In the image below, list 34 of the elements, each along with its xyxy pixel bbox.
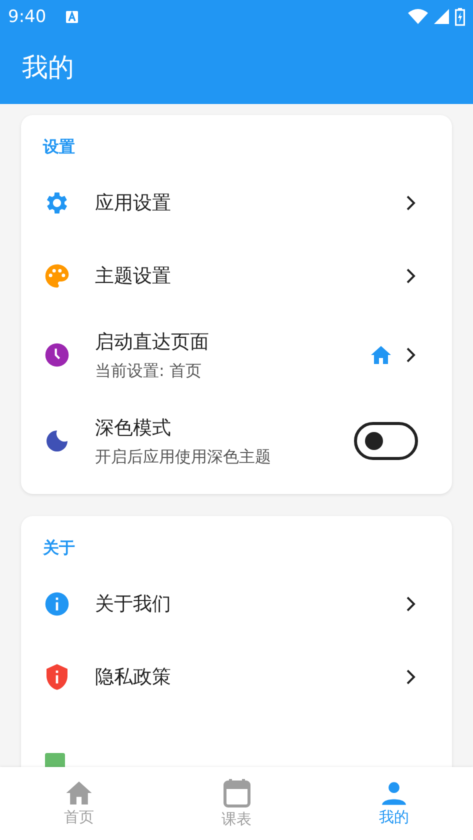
settings-item[interactable]: 关于我们	[21, 567, 452, 640]
item-label: 关于我们	[95, 592, 172, 616]
settings-item[interactable]: 隐私政策	[21, 640, 452, 713]
notification-icon	[66, 10, 78, 22]
chevron-icon	[406, 596, 416, 612]
chevron-icon	[406, 347, 416, 363]
settings-item[interactable]: 启动直达页面 当前设置: 首页	[21, 312, 452, 398]
section-title: 设置	[42, 136, 76, 158]
status-time: 9:40	[8, 6, 46, 26]
section-title: 关于	[42, 537, 76, 559]
settings-item[interactable]: 主题设置	[21, 239, 452, 312]
toggle-switch[interactable]	[354, 422, 418, 460]
clock-icon	[43, 341, 71, 369]
page-title: 我的	[22, 52, 74, 85]
item-label: 主题设置	[95, 264, 172, 288]
settings-item[interactable]: 深色模式 开启后应用使用深色主题	[21, 398, 452, 484]
item-label: 启动直达页面	[95, 330, 210, 354]
wifi-icon	[408, 9, 428, 24]
chevron-icon	[406, 194, 416, 210]
person-icon	[381, 780, 408, 806]
home-icon	[64, 780, 93, 806]
calendar-icon	[222, 778, 250, 808]
palette-icon	[43, 262, 71, 290]
item-label: 隐私政策	[95, 664, 172, 690]
chevron-icon	[406, 668, 416, 684]
info-icon	[43, 590, 71, 618]
chevron-icon	[406, 268, 416, 284]
signal-icon	[434, 9, 449, 24]
item-label: 应用设置	[95, 190, 172, 216]
battery-icon	[455, 8, 465, 26]
settings-item[interactable]: 应用设置	[21, 166, 452, 239]
item-label: 深色模式	[95, 416, 172, 440]
item-subtitle: 开启后应用使用深色主题	[95, 446, 272, 468]
item-subtitle: 当前设置: 首页	[95, 360, 202, 382]
